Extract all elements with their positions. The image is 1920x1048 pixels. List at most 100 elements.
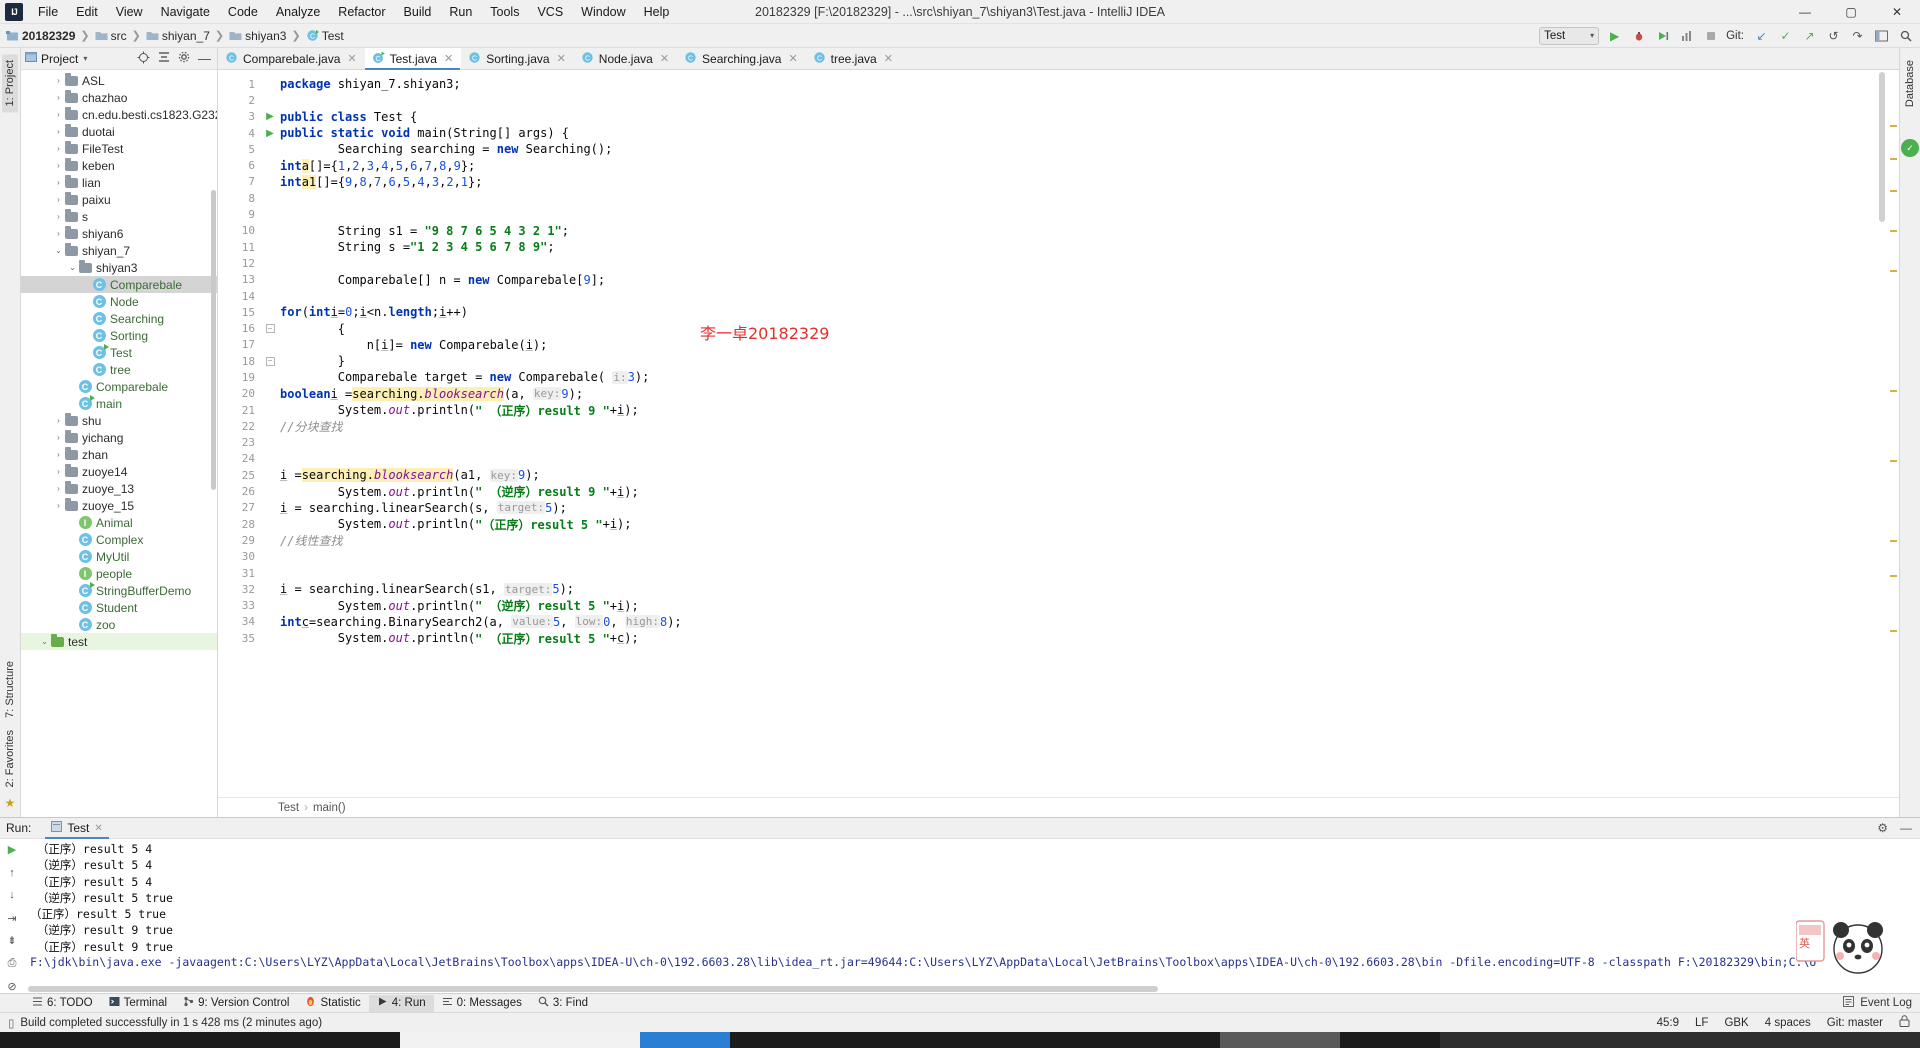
tree-item-test[interactable]: ⌄ test (21, 633, 217, 650)
git-revert-icon[interactable]: ↷ (1849, 27, 1866, 44)
scroll-up-icon[interactable]: ↑ (4, 866, 20, 880)
hide-panel-icon[interactable]: — (1900, 821, 1912, 835)
git-branch[interactable]: Git: master (1827, 1017, 1883, 1029)
soft-wrap-icon[interactable]: ⇥ (4, 911, 20, 925)
tree-item-s[interactable]: › s (21, 208, 217, 225)
console-horizontal-scrollbar[interactable] (24, 985, 1920, 993)
sidebar-item-project[interactable]: 1: Project (2, 54, 18, 113)
code-line[interactable]: int c =searching.BinarySearch2(a, value: … (280, 614, 1887, 630)
scroll-down-icon[interactable]: ↓ (4, 888, 20, 902)
tree-item-comparebale[interactable]: C Comparebale (21, 276, 217, 293)
tree-item-duotai[interactable]: › duotai (21, 123, 217, 140)
tree-item-shiyan6[interactable]: › shiyan6 (21, 225, 217, 242)
tree-item-student[interactable]: C Student (21, 599, 217, 616)
tree-item-main[interactable]: Cmain (21, 395, 217, 412)
chevron-right-icon[interactable]: › (53, 127, 64, 136)
code-line[interactable] (280, 451, 1887, 467)
code-line[interactable] (280, 288, 1887, 304)
git-commit-icon[interactable]: ✓ (1777, 27, 1794, 44)
code-line[interactable]: i = searching.linearSearch(s, target: 5)… (280, 500, 1887, 516)
chevron-right-icon[interactable]: › (53, 484, 64, 493)
tree-item-test[interactable]: C Test (21, 344, 217, 361)
code-line[interactable]: System. out .println(" （逆序）result 5 " + i); (280, 598, 1887, 614)
rerun-icon[interactable]: ▶ (4, 843, 20, 857)
tree-item-shiyan3[interactable]: ⌄ shiyan3 (21, 259, 217, 276)
gutter-marker[interactable]: ▶ (260, 109, 280, 125)
tree-item-shu[interactable]: › shu (21, 412, 217, 429)
run-with-coverage-icon[interactable] (1654, 27, 1671, 44)
search-icon[interactable] (1897, 27, 1914, 44)
tree-item-paixu[interactable]: › paixu (21, 191, 217, 208)
code-line[interactable] (280, 549, 1887, 565)
tool-window-4--run[interactable]: 4: Run (368, 994, 434, 1012)
minimize-button[interactable]: — (1782, 0, 1828, 23)
chevron-right-icon[interactable]: › (53, 110, 64, 119)
profiler-icon[interactable] (1678, 27, 1695, 44)
code-line[interactable]: package shiyan_7.shiyan3; (280, 76, 1887, 92)
stop-icon[interactable] (1702, 27, 1719, 44)
editor-tab-test-java[interactable]: C Test.java ✕ (364, 48, 462, 70)
code-line[interactable]: Comparebale[] n = new Comparebale[9]; (280, 272, 1887, 288)
code-line[interactable]: int a []={1, 2, 3, 4, 5, 6, 7, 8, 9}; (280, 157, 1887, 173)
code-line[interactable]: System. out .println(" （逆序）result 9 " + i); (280, 483, 1887, 500)
editor-tab-sorting-java[interactable]: C Sorting.java ✕ (461, 48, 574, 69)
editor-tab-searching-java[interactable]: C Searching.java ✕ (677, 48, 806, 69)
code-line[interactable]: System. out .println(" （正序）result 9 " + i); (280, 402, 1887, 418)
editor-vertical-scrollbar[interactable] (1877, 70, 1887, 797)
chevron-right-icon[interactable]: › (53, 433, 64, 442)
menu-item-view[interactable]: View (107, 2, 152, 22)
chevron-right-icon[interactable]: › (53, 76, 64, 85)
run-tab-test[interactable]: Test ✕ (45, 818, 110, 839)
breadcrumb-item-shiyan-7[interactable]: shiyan_7 (144, 29, 212, 43)
code-line[interactable]: { (280, 320, 1887, 336)
tree-item-node[interactable]: C Node (21, 293, 217, 310)
close-icon[interactable]: ✕ (788, 52, 797, 65)
chevron-right-icon[interactable]: › (53, 467, 64, 476)
menu-item-build[interactable]: Build (395, 2, 441, 22)
gutter-marker[interactable]: − (260, 320, 280, 336)
fold-gutter-icon[interactable]: − (265, 356, 275, 366)
lock-icon[interactable] (1899, 1015, 1910, 1030)
menu-item-run[interactable]: Run (440, 2, 481, 22)
code-line[interactable]: Searching searching = new Searching(); (280, 141, 1887, 157)
code-text[interactable]: package shiyan_7.shiyan3; public class T… (280, 70, 1887, 797)
chevron-down-icon[interactable]: ▾ (83, 54, 87, 63)
menu-item-analyze[interactable]: Analyze (267, 2, 329, 22)
tool-window-terminal[interactable]: Terminal (101, 995, 175, 1012)
code-line[interactable]: } (280, 353, 1887, 369)
code-line[interactable] (280, 565, 1887, 581)
code-line[interactable]: i = searching.blooksearch (a1, key: 9); (280, 467, 1887, 483)
event-log-label[interactable]: Event Log (1860, 997, 1912, 1009)
code-line[interactable]: boolean i = searching.blooksearch (a, key:… (280, 386, 1887, 402)
hide-panel-icon[interactable]: — (198, 51, 211, 66)
code-line[interactable]: public class Test { (280, 109, 1887, 125)
git-push-icon[interactable]: ↗ (1801, 27, 1818, 44)
code-line[interactable]: //分块查找 (280, 418, 1887, 434)
code-line[interactable]: int a1 []={9, 8, 7, 6, 5, 4, 3, 2, 1}; (280, 174, 1887, 190)
chevron-right-icon[interactable]: › (53, 212, 64, 221)
editor-tab-node-java[interactable]: C Node.java ✕ (574, 48, 677, 69)
run-gutter-icon[interactable]: ▶ (266, 128, 274, 139)
tree-item-asl[interactable]: › ASL (21, 72, 217, 89)
menu-item-navigate[interactable]: Navigate (152, 2, 219, 22)
tree-item-keben[interactable]: › keben (21, 157, 217, 174)
tool-window-6--todo[interactable]: 6: TODO (24, 995, 101, 1012)
debug-icon[interactable] (1630, 27, 1647, 44)
chevron-right-icon[interactable]: › (53, 93, 64, 102)
scroll-to-end-icon[interactable]: ⇟ (4, 934, 20, 948)
code-line[interactable]: Comparebale target = new Comparebale( i:… (280, 369, 1887, 385)
code-line[interactable] (280, 435, 1887, 451)
tree-item-yichang[interactable]: › yichang (21, 429, 217, 446)
run-icon[interactable]: ▶ (1606, 27, 1623, 44)
gutter-marker[interactable]: − (260, 353, 280, 369)
sidebar-item-structure[interactable]: 7: Structure (2, 655, 18, 724)
tree-item-lian[interactable]: › lian (21, 174, 217, 191)
menu-item-window[interactable]: Window (572, 2, 634, 22)
chevron-down-icon[interactable]: ⌄ (67, 263, 78, 272)
code-line[interactable]: System. out .println("（正序）result 5 " + i); (280, 516, 1887, 532)
line-separator[interactable]: LF (1695, 1017, 1708, 1029)
sidebar-item-database[interactable]: Database (1902, 54, 1918, 113)
menu-item-refactor[interactable]: Refactor (329, 2, 394, 22)
code-line[interactable]: System. out .println(" （正序）result 5 " + c); (280, 630, 1887, 646)
chevron-down-icon[interactable]: ⌄ (53, 246, 64, 255)
